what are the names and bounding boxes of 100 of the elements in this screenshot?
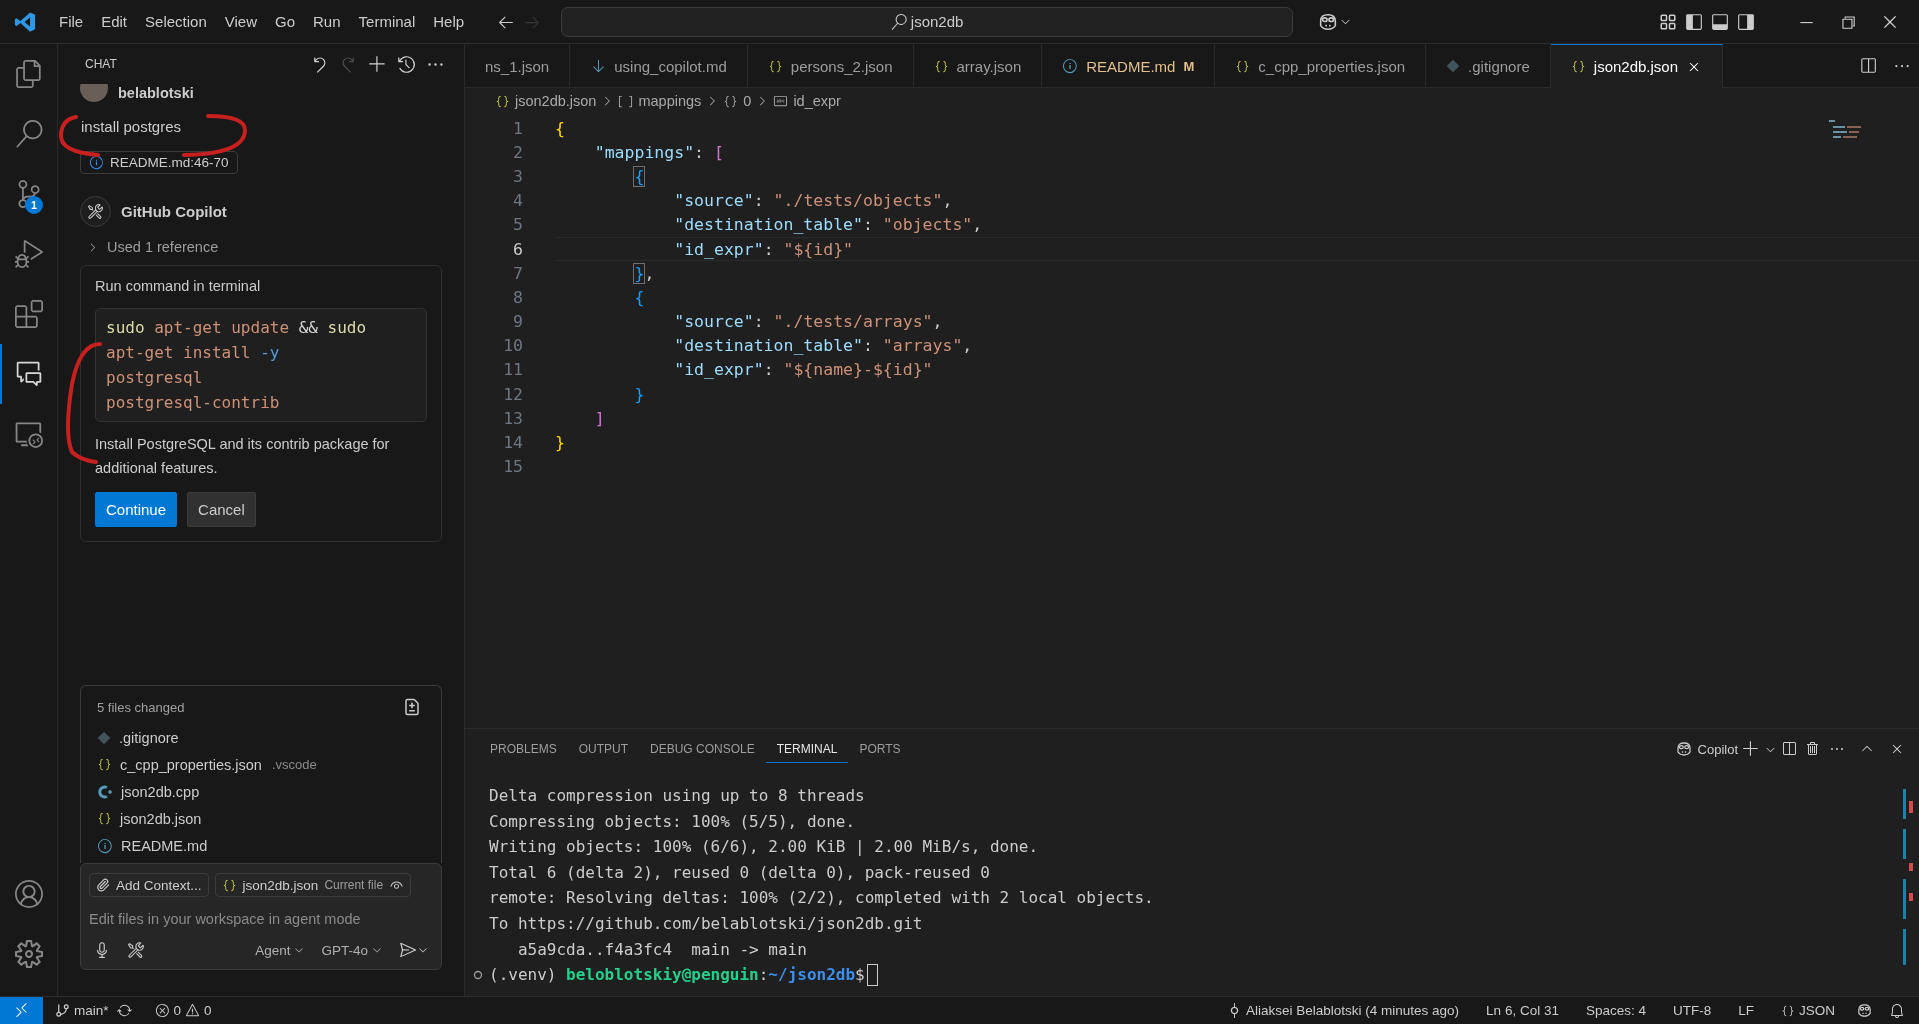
cursor-position[interactable]: Ln 6, Col 31	[1468, 1003, 1568, 1018]
breadcrumb-item[interactable]: mappings	[618, 93, 702, 109]
array-icon	[618, 93, 634, 109]
panel-tab[interactable]: PROBLEMS	[479, 735, 568, 763]
changed-file[interactable]: .gitignore	[97, 724, 425, 751]
chat-message: install postgres	[81, 118, 183, 135]
terminal-line: Compressing objects: 100% (5/5), done.	[489, 810, 857, 833]
blame-status[interactable]: Aliaksei Belablotski (4 minutes ago)	[1218, 1003, 1469, 1018]
changed-file[interactable]: README.md	[97, 832, 425, 859]
terminal-selector[interactable]: Copilot	[1674, 740, 1738, 758]
copilot-status-icon	[1856, 1002, 1873, 1019]
line-number: 13	[502, 408, 523, 428]
changed-file[interactable]: json2db.json	[97, 805, 425, 832]
search-text: json2db	[910, 13, 964, 30]
remote-explorer-icon	[14, 420, 43, 448]
menu-item[interactable]: File	[50, 9, 93, 34]
terminal-line: Delta compression using up to 8 threads	[489, 785, 866, 807]
count-badge: 1	[25, 196, 43, 214]
changed-file[interactable]: c_cpp_properties.json .vscode	[97, 751, 425, 778]
code-line: {	[555, 118, 565, 138]
sync-icon	[116, 1003, 132, 1018]
info-icon	[97, 837, 113, 854]
braces-icon	[767, 58, 783, 74]
braces-icon	[97, 811, 112, 826]
language-status[interactable]: JSON	[1763, 1003, 1844, 1018]
activity-bar-item[interactable]: 1	[0, 164, 57, 224]
line-number: 7	[512, 263, 523, 283]
terminal-line: remote: Resolving deltas: 100% (2/2), completed with 2 local objects.	[489, 887, 1155, 910]
braces-icon	[97, 757, 112, 772]
diff-icon	[403, 698, 421, 716]
code-line: {	[633, 287, 645, 307]
branch-icon	[55, 1003, 70, 1018]
branch-status[interactable]: main*	[43, 1003, 141, 1018]
menu-item[interactable]: Go	[266, 9, 304, 34]
continue-button[interactable]: Continue	[95, 492, 178, 527]
braces-icon	[1781, 1003, 1795, 1018]
mode-picker[interactable]: Agent	[251, 940, 310, 960]
problems-status[interactable]: 0 0	[140, 1003, 221, 1018]
changes-title: 5 files changed	[97, 699, 185, 715]
code-line: "mappings": [	[593, 142, 724, 162]
menu-item[interactable]: Selection	[136, 9, 216, 34]
code-line: "id_expr": "${id}"	[673, 239, 854, 259]
braces-icon	[1570, 59, 1586, 74]
terminal-line: To https://github.com/belablotski/json2db.git	[489, 912, 924, 935]
code-line: "id_expr": "${name}-${id}"	[673, 360, 933, 380]
settings-icon	[14, 940, 43, 968]
files-icon	[14, 60, 43, 88]
vscode-logo-icon	[14, 10, 36, 33]
menu-item[interactable]: Run	[304, 9, 350, 34]
search-icon	[890, 13, 907, 30]
breadcrumb-item[interactable]: 0	[723, 93, 752, 109]
panel-tab[interactable]: OUTPUT	[567, 735, 640, 763]
menu-item[interactable]: View	[215, 9, 266, 34]
breadcrumb-item[interactable]: json2db.json	[495, 93, 597, 109]
line-ending-status[interactable]: LF	[1720, 1003, 1763, 1018]
info-icon	[89, 155, 104, 170]
account-icon	[14, 880, 43, 908]
chat-input-field[interactable]: Add Context... json2db.json Current file Edit files in your workspace in agent mode Agent GPT-4o	[80, 863, 442, 970]
panel-tab[interactable]: PORTS	[848, 735, 912, 763]
line-number: 11	[502, 360, 523, 380]
extensions-icon	[14, 300, 43, 328]
panel-tab[interactable]: DEBUG CONSOLE	[639, 735, 766, 763]
references-toggle[interactable]: Used 1 reference	[86, 239, 442, 255]
indentation-status[interactable]: Spaces: 4	[1567, 1003, 1655, 1018]
add-context-button[interactable]: Add Context...	[89, 873, 209, 897]
command-center-search[interactable]: json2db	[561, 6, 1294, 37]
line-number: 15	[502, 457, 523, 477]
encoding-status[interactable]: UTF-8	[1654, 1003, 1721, 1018]
run-debug-icon	[14, 240, 43, 268]
line-number: 6	[512, 239, 523, 259]
search-icon	[14, 120, 43, 148]
send-icon	[399, 941, 417, 959]
code-line: {	[633, 166, 645, 186]
terminal-prompt: (.venv) beloblotskiy@penguin:~/json2db$	[489, 964, 865, 987]
breadcrumb-item[interactable]: id_expr	[773, 93, 841, 109]
line-number: 10	[502, 336, 523, 356]
menu-item[interactable]: Terminal	[349, 9, 425, 34]
cancel-button[interactable]: Cancel	[187, 492, 256, 527]
editor-tab[interactable]: json2db.json	[1550, 44, 1724, 88]
context-file-chip[interactable]: json2db.json Current file	[214, 873, 412, 897]
code-line: ]	[593, 408, 605, 428]
user-name: belablotski	[118, 85, 194, 101]
line-number: 8	[512, 287, 523, 307]
code-line: "source": "./tests/objects",	[673, 191, 953, 211]
code-line: },	[633, 263, 655, 283]
plus-icon[interactable]	[368, 54, 387, 74]
changed-file[interactable]: json2db.cpp	[97, 778, 425, 805]
history-icon[interactable]	[397, 54, 416, 74]
menu-item[interactable]: Help	[424, 9, 474, 34]
line-number: 9	[512, 312, 523, 332]
model-picker[interactable]: GPT-4o	[317, 940, 387, 960]
paperclip-icon	[96, 878, 110, 892]
menu-item[interactable]: Edit	[92, 9, 137, 34]
copilot-icon	[1674, 740, 1693, 758]
error-icon	[154, 1003, 170, 1018]
reference-chip[interactable]: README.md:46-70	[80, 151, 238, 174]
warning-icon	[185, 1003, 201, 1018]
panel-tab[interactable]: TERMINAL	[765, 735, 849, 763]
line-number: 1	[512, 118, 523, 138]
info-icon	[1062, 58, 1079, 74]
